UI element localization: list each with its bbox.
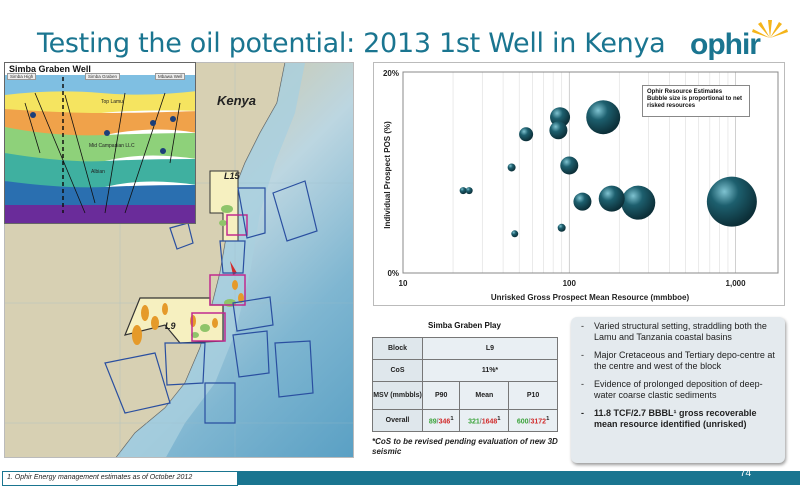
well-head-2: Simba Graben	[85, 73, 121, 80]
y-axis-label: Individual Prospect POS (%)	[383, 121, 392, 229]
block-header: Block	[372, 337, 423, 360]
play-table: Block L9 CoS 11%* MSV (mmbbls) P90 Mean …	[372, 337, 558, 432]
mean-value: 321/16481	[459, 409, 510, 432]
p10-gas: 3172	[530, 418, 547, 426]
horizon-label-3: Albian	[91, 169, 105, 175]
y-tick-20: 20%	[383, 69, 399, 78]
prospect-bubble	[549, 121, 568, 140]
prospect-bubble	[586, 100, 621, 135]
prospect-bubble	[621, 185, 656, 220]
x-tick-10: 10	[399, 279, 408, 288]
footnote: 1. Ophir Energy management estimates as …	[2, 471, 238, 486]
x-tick-100: 100	[563, 279, 577, 288]
cos-note: *CoS to be revised pending evaluation of…	[372, 437, 558, 456]
mean-gas: 1648	[481, 418, 498, 426]
block-value: L9	[422, 337, 558, 360]
well-head-1: Simba High	[7, 73, 37, 80]
slide-title: Testing the oil potential: 2013 1st Well…	[37, 28, 666, 59]
legend-line-3: risked resources	[647, 103, 696, 109]
p90-header: P90	[421, 381, 461, 410]
table-row: CoS 11%*	[372, 359, 558, 382]
slide-footer: 1. Ophir Energy management estimates as …	[0, 467, 800, 489]
prospect-bubble	[557, 223, 566, 232]
bullet-item: 11.8 TCF/2.7 BBBL¹ gross recoverable mea…	[579, 408, 779, 430]
slide: Testing the oil potential: 2013 1st Well…	[0, 0, 800, 500]
country-label: Kenya	[217, 93, 257, 108]
cross-section-inset: Simba Graben Well Simba High Simba Grabe…	[4, 62, 196, 224]
legend-line-1: Ophir Resource Estimates	[647, 89, 723, 95]
p90-value: 89/3461	[421, 409, 461, 432]
ophir-logo: ophir	[690, 12, 790, 61]
table-row: Block L9	[372, 337, 558, 360]
resource-bubble-chart: 20% 0% 10 100 1,000 Unrisked Gross Prosp…	[373, 62, 785, 306]
prospect-bubble	[598, 185, 625, 212]
mean-oil: 321	[468, 418, 480, 426]
horizon-label-1: Top Lamu	[101, 99, 123, 105]
logo-text: ophir	[690, 28, 761, 61]
key-points-box: Varied structural setting, straddling bo…	[571, 317, 785, 463]
bullet-item: Major Cretaceous and Tertiary depo-centr…	[579, 350, 779, 372]
x-tick-1000: 1,000	[726, 279, 747, 288]
msv-header: MSV (mmbbls)	[372, 381, 423, 410]
cos-value: 11%*	[422, 359, 558, 382]
prospect-bubble	[465, 187, 473, 195]
y-tick-0: 0%	[387, 269, 399, 278]
p10-value: 600/31721	[508, 409, 558, 432]
p10-header: P10	[508, 381, 558, 410]
x-axis-label: Unrisked Gross Prospect Mean Resource (m…	[491, 293, 690, 302]
inset-title: Simba Graben Well	[9, 64, 91, 74]
prospect-bubble	[560, 156, 579, 175]
prospect-bubble	[459, 187, 467, 195]
bullet-item: Evidence of prolonged deposition of deep…	[579, 379, 779, 401]
prospect-bubble	[573, 192, 592, 211]
play-table-title: Simba Graben Play	[428, 321, 501, 330]
footer-bar	[236, 471, 800, 485]
mean-header: Mean	[459, 381, 510, 410]
cos-header: CoS	[372, 359, 423, 382]
table-row: MSV (mmbbls) P90 Mean P10	[372, 381, 558, 410]
prospect-bubble	[706, 176, 757, 227]
page-number: 74	[740, 468, 752, 479]
table-row: Overall 89/3461 321/16481 600/31721	[372, 409, 558, 432]
p90-oil: 89	[428, 418, 437, 426]
horizon-label-2: Mid Campanian LLC	[89, 143, 135, 149]
prospect-bubble	[507, 163, 516, 172]
legend-line-2: Bubble size is proportional to net	[647, 96, 743, 102]
prospect-bubble	[511, 230, 519, 238]
p10-oil: 600	[516, 418, 529, 426]
overall-header: Overall	[372, 409, 423, 432]
block-label-l9: L9	[165, 321, 176, 331]
bullet-item: Varied structural setting, straddling bo…	[579, 321, 779, 343]
block-label-l15: L15	[224, 171, 240, 181]
chart-legend: Ophir Resource Estimates Bubble size is …	[642, 85, 750, 117]
well-head-3: Mbawa Well	[155, 73, 186, 80]
bubble-series	[459, 100, 757, 238]
p90-gas: 346	[438, 418, 451, 426]
prospect-bubble	[519, 127, 534, 142]
